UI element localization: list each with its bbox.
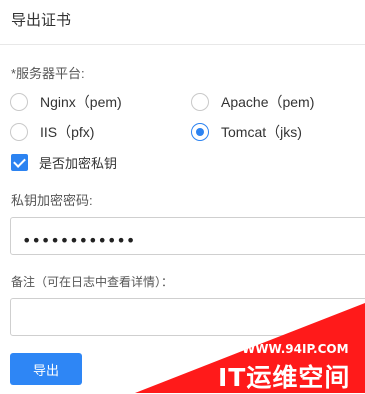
remark-label: 备注（可在日志中查看详情）： [11,275,174,289]
export-button[interactable]: 导出 [10,353,82,385]
radio-label: Apache（pem) [221,94,315,110]
dialog-title: 导出证书 [11,12,72,29]
watermark-name: IT运维空间 [218,363,351,392]
encrypt-private-key-checkbox[interactable]: 是否加密私钥 [11,153,117,172]
radio-label: Nginx（pem) [40,94,122,110]
password-input[interactable]: •••••••••••• [10,217,365,255]
checkbox-label: 是否加密私钥 [39,156,118,171]
platform-label: *服务器平台: [11,66,85,81]
password-label: 私钥加密密码: [11,193,93,208]
radio-iis[interactable]: IIS（pfx) [10,122,94,142]
password-value: •••••••••••• [22,231,136,250]
radio-label: IIS（pfx) [40,124,95,140]
radio-circle [10,123,28,141]
check-icon [11,154,28,171]
radio-circle-selected [191,123,209,141]
radio-tomcat[interactable]: Tomcat（jks) [191,122,302,142]
radio-label: Tomcat（jks) [221,124,302,140]
radio-nginx[interactable]: Nginx（pem) [10,92,122,112]
dialog-header: 导出证书 [0,0,365,45]
radio-circle [10,93,28,111]
watermark-url: WWW.94IP.COM [242,342,349,356]
radio-apache[interactable]: Apache（pem) [191,92,314,112]
radio-circle [191,93,209,111]
